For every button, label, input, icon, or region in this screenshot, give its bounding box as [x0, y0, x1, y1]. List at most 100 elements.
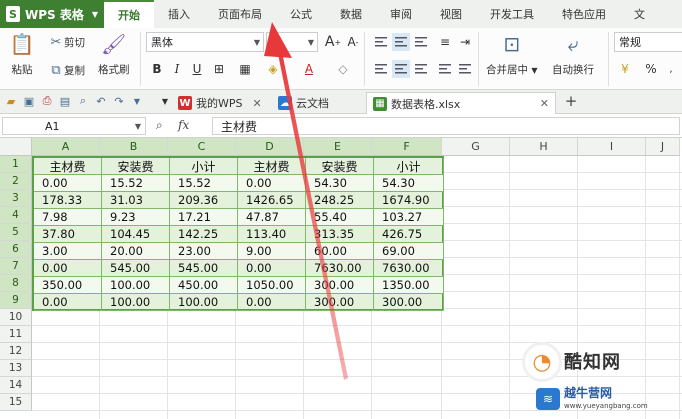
row-header[interactable]: 3 [0, 190, 32, 207]
tab-list-icon[interactable]: ▼ [158, 94, 172, 108]
data-cell[interactable]: 100.00 [102, 277, 170, 294]
font-name-select[interactable]: 黑体 ▼ [146, 32, 264, 52]
column-header[interactable]: A [32, 138, 100, 156]
row-header[interactable]: 14 [0, 377, 32, 394]
row-header[interactable]: 4 [0, 207, 32, 224]
data-cell[interactable]: 31.03 [102, 192, 170, 209]
data-cell[interactable]: 3.00 [34, 243, 102, 260]
data-cell[interactable]: 300.00 [374, 294, 444, 311]
underline-button[interactable]: U [188, 60, 206, 78]
data-cell[interactable]: 37.80 [34, 226, 102, 243]
data-cell[interactable]: 545.00 [102, 260, 170, 277]
fill-color-button[interactable]: ◈ [264, 60, 282, 78]
border-button[interactable]: ⊞ [210, 60, 228, 78]
menu-tab[interactable]: 审阅 [376, 0, 426, 28]
font-size-select[interactable]: ▼ [266, 32, 318, 52]
align-right-button[interactable] [412, 60, 430, 78]
row-header[interactable]: 10 [0, 309, 32, 326]
column-header[interactable]: D [236, 138, 304, 156]
column-header[interactable]: H [510, 138, 578, 156]
data-cell[interactable]: 450.00 [170, 277, 238, 294]
data-cell[interactable]: 350.00 [34, 277, 102, 294]
header-cell[interactable]: 主材费 [34, 158, 102, 175]
data-cell[interactable]: 0.00 [238, 260, 306, 277]
column-header[interactable]: I [578, 138, 646, 156]
row-header[interactable]: 12 [0, 343, 32, 360]
bold-button[interactable]: B [148, 60, 166, 78]
print-preview-icon[interactable]: ▤ [58, 94, 72, 108]
merge-center-button[interactable]: ⊡ 合并居中 ▼ [486, 32, 538, 77]
data-cell[interactable]: 178.33 [34, 192, 102, 209]
selected-data-range[interactable]: 主材费 安装费 小计 主材费 安装费 小计 0.00 15.52 15.52 0.00 54.30 5… [32, 156, 444, 311]
row-header[interactable]: 13 [0, 360, 32, 377]
column-header[interactable]: B [100, 138, 168, 156]
header-cell[interactable]: 安装费 [102, 158, 170, 175]
column-header[interactable]: E [304, 138, 372, 156]
row-header[interactable]: 8 [0, 275, 32, 292]
data-cell[interactable]: 7630.00 [374, 260, 444, 277]
data-cell[interactable]: 54.30 [374, 175, 444, 192]
zoom-icon[interactable]: ⌕ [156, 118, 163, 133]
header-cell[interactable]: 主材费 [238, 158, 306, 175]
data-cell[interactable]: 209.36 [170, 192, 238, 209]
data-cell[interactable]: 300.00 [306, 294, 374, 311]
menu-tab[interactable]: 数据 [326, 0, 376, 28]
column-header[interactable]: C [168, 138, 236, 156]
print-icon[interactable]: ⎙ [40, 94, 54, 108]
folder-icon[interactable]: ▰ [4, 94, 18, 108]
grow-font-button[interactable]: A + [324, 33, 342, 51]
data-cell[interactable]: 545.00 [170, 260, 238, 277]
chevron-down-icon[interactable]: ▼ [130, 94, 144, 108]
paste-button[interactable]: 📋 粘贴 [8, 32, 36, 77]
align-middle-button[interactable] [392, 33, 410, 51]
name-box[interactable]: A1 ▼ [2, 117, 146, 135]
menu-tab[interactable]: 特色应用 [548, 0, 620, 28]
fx-button[interactable]: fx [178, 118, 189, 132]
menu-tab[interactable]: 页面布局 [204, 0, 276, 28]
data-cell[interactable]: 313.35 [306, 226, 374, 243]
data-cell[interactable]: 100.00 [170, 294, 238, 311]
align-top-button[interactable] [372, 33, 390, 51]
save-icon[interactable]: ▣ [22, 94, 36, 108]
data-cell[interactable]: 0.00 [238, 175, 306, 192]
data-cell[interactable]: 17.21 [170, 209, 238, 226]
data-cell[interactable]: 426.75 [374, 226, 444, 243]
italic-button[interactable]: I [168, 60, 186, 78]
data-cell[interactable]: 9.00 [238, 243, 306, 260]
data-cell[interactable]: 60.00 [306, 243, 374, 260]
data-cell[interactable]: 20.00 [102, 243, 170, 260]
select-all-corner[interactable] [0, 138, 32, 156]
data-cell[interactable]: 113.40 [238, 226, 306, 243]
row-header[interactable]: 1 [0, 156, 32, 173]
row-header[interactable]: 15 [0, 394, 32, 411]
data-cell[interactable]: 0.00 [238, 294, 306, 311]
currency-button[interactable]: ¥ [616, 60, 634, 78]
menu-tab[interactable]: 插入 [154, 0, 204, 28]
data-cell[interactable]: 47.87 [238, 209, 306, 226]
copy-button[interactable]: ⧉ 复制 [48, 62, 85, 78]
data-cell[interactable]: 142.25 [170, 226, 238, 243]
align-center-button[interactable] [392, 60, 410, 78]
close-icon[interactable]: ✕ [540, 97, 549, 110]
menu-tab[interactable]: 开发工具 [476, 0, 548, 28]
tab-cloud-docs[interactable]: ☁ 云文档 [272, 92, 335, 114]
data-cell[interactable]: 300.00 [306, 277, 374, 294]
data-cell[interactable]: 1050.00 [238, 277, 306, 294]
align-bottom-button[interactable] [412, 33, 430, 51]
data-cell[interactable]: 0.00 [34, 260, 102, 277]
column-header[interactable]: G [442, 138, 510, 156]
data-cell[interactable]: 15.52 [102, 175, 170, 192]
data-cell[interactable]: 15.52 [170, 175, 238, 192]
redo-icon[interactable]: ↷ [112, 94, 126, 108]
data-cell[interactable]: 23.00 [170, 243, 238, 260]
app-menu-button[interactable]: S WPS 表格 ▼ [0, 0, 104, 28]
data-cell[interactable]: 7.98 [34, 209, 102, 226]
justify-button[interactable] [436, 60, 454, 78]
data-cell[interactable]: 54.30 [306, 175, 374, 192]
data-cell[interactable]: 1674.90 [374, 192, 444, 209]
tab-my-wps[interactable]: W 我的WPS ✕ [172, 92, 268, 114]
data-cell[interactable]: 1426.65 [238, 192, 306, 209]
format-painter-button[interactable]: 🖌 格式刷 [98, 32, 130, 77]
row-header[interactable]: 9 [0, 292, 32, 309]
data-cell[interactable]: 0.00 [34, 175, 102, 192]
